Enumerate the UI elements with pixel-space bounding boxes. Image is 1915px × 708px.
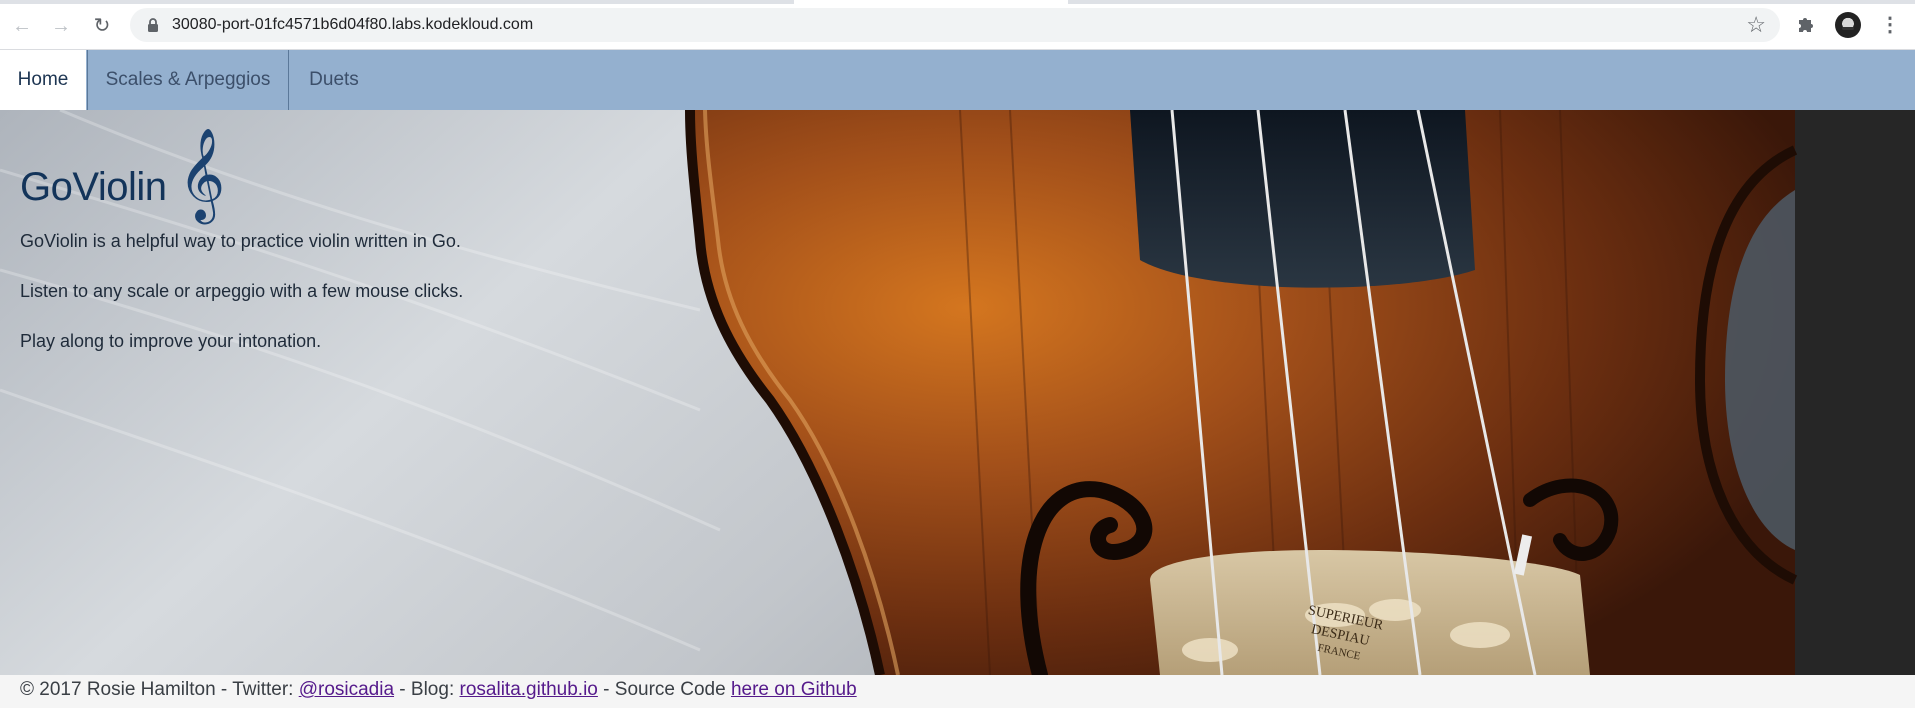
url-text[interactable]: 30080-port-01fc4571b6d04f80.labs.kodeklo…: [172, 8, 533, 42]
site-title: GoViolin: [20, 165, 167, 209]
tab-strip: [0, 0, 1915, 4]
hero-banner: SUPERIEUR DESPIAU FRANCE: [0, 110, 1915, 675]
twitter-link[interactable]: @rosicadia: [299, 679, 394, 700]
bookmark-star-icon[interactable]: ☆: [1746, 12, 1766, 38]
forward-icon[interactable]: →: [47, 12, 75, 40]
nav-tab-home[interactable]: Home: [0, 50, 86, 110]
github-source-link[interactable]: here on Github: [731, 679, 857, 700]
footer-blog-label: - Blog:: [394, 679, 460, 700]
footer-copyright: © 2017 Rosie Hamilton - Twitter:: [20, 679, 299, 700]
extensions-puzzle-icon[interactable]: [1794, 13, 1818, 37]
profile-avatar[interactable]: [1835, 12, 1861, 38]
violin-hero-image: SUPERIEUR DESPIAU FRANCE: [0, 110, 1798, 675]
intro-line-3: Play along to improve your intonation.: [20, 331, 322, 351]
nav-tab-scales-arpeggios[interactable]: Scales & Arpeggios: [87, 50, 289, 110]
nav-tab-duets[interactable]: Duets: [289, 50, 379, 110]
site-navbar: Home Scales & Arpeggios Duets: [0, 50, 1915, 110]
footer-credits: © 2017 Rosie Hamilton - Twitter: @rosica…: [20, 679, 857, 701]
lock-icon[interactable]: [144, 16, 162, 34]
footer-source-label: - Source Code: [597, 679, 731, 700]
intro-line-2: Listen to any scale or arpeggio with a f…: [20, 281, 464, 301]
reload-icon[interactable]: ↻: [88, 12, 116, 40]
treble-clef-icon: 𝄞: [178, 129, 226, 218]
intro-line-1: GoViolin is a helpful way to practice vi…: [20, 231, 461, 251]
blog-link[interactable]: rosalita.github.io: [460, 679, 598, 700]
page-footer: © 2017 Rosie Hamilton - Twitter: @rosica…: [0, 675, 1915, 708]
browser-toolbar: ← → ↻ 30080-port-01fc4571b6d04f80.labs.k…: [0, 0, 1915, 50]
back-icon[interactable]: ←: [8, 12, 36, 40]
browser-menu-icon[interactable]: ⋮: [1880, 10, 1900, 40]
active-tab-indicator: [794, 0, 1068, 4]
address-bar[interactable]: 30080-port-01fc4571b6d04f80.labs.kodeklo…: [130, 8, 1780, 42]
